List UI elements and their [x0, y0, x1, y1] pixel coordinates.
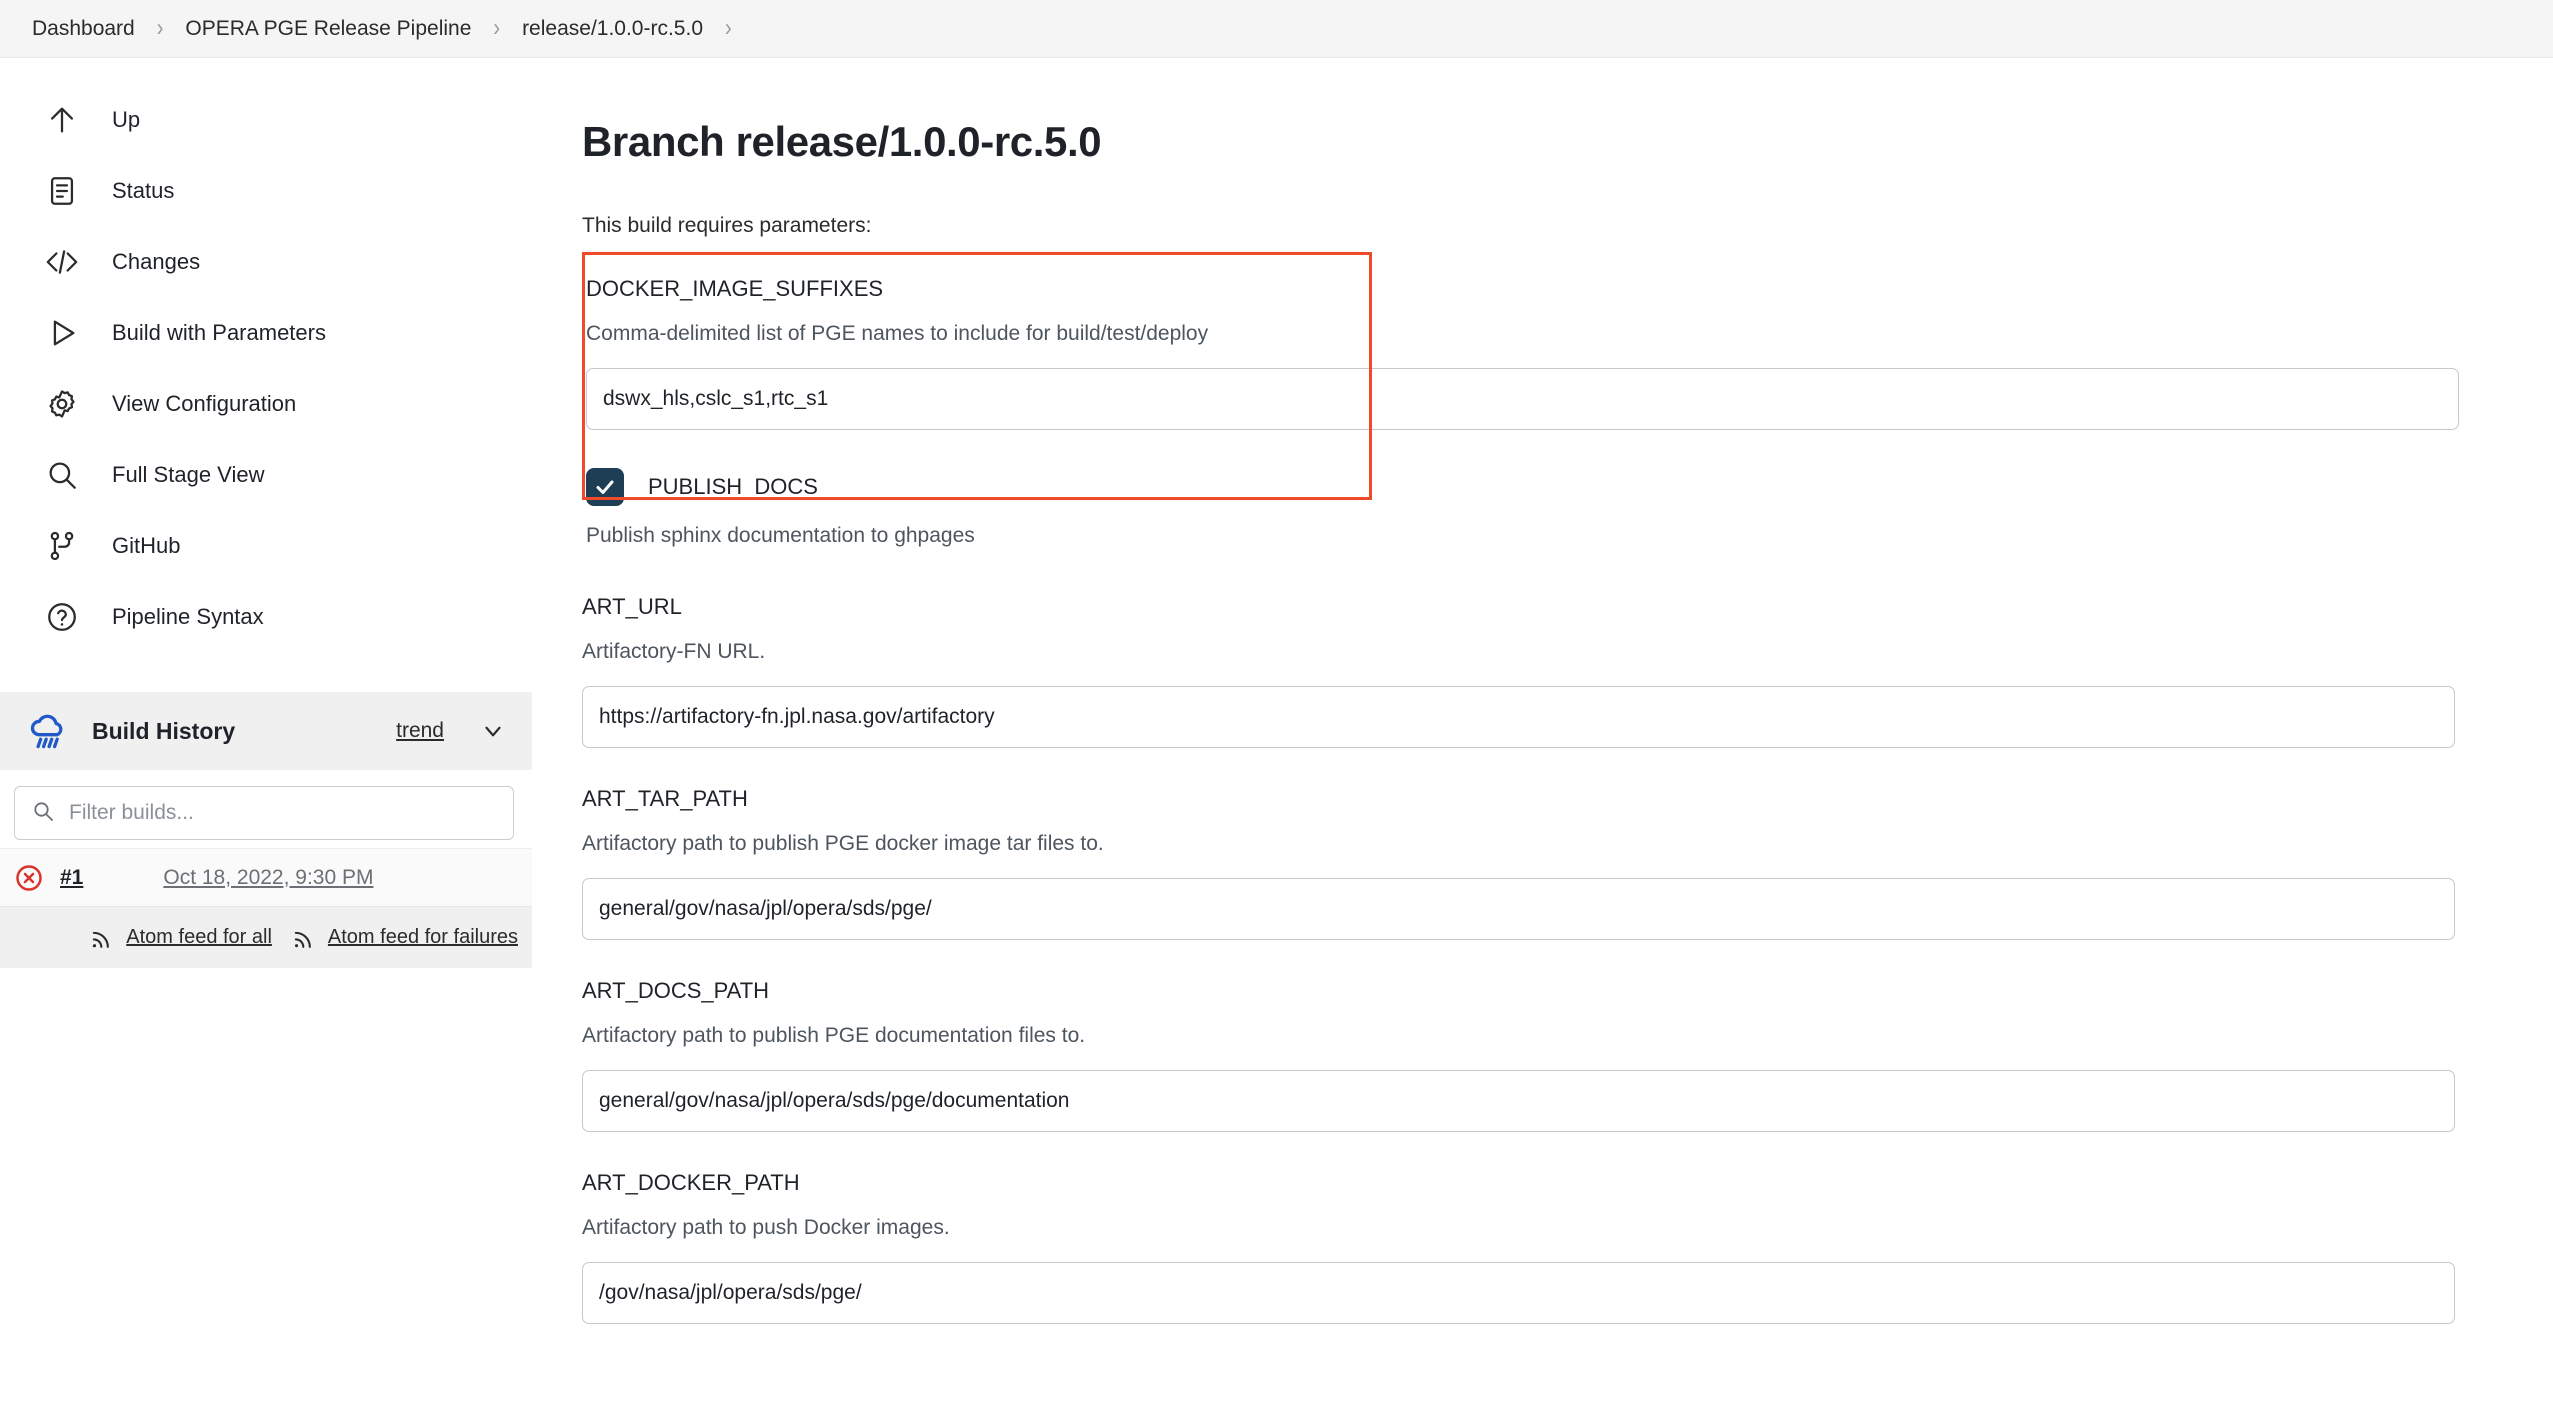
parameter-name: ART_DOCS_PATH — [582, 978, 770, 1003]
document-icon — [44, 173, 80, 209]
build-history-header: Build History trend — [0, 692, 532, 770]
magnifier-icon — [44, 457, 80, 493]
sidebar-item-label: Status — [112, 177, 175, 203]
question-circle-icon — [44, 599, 80, 635]
parameter-description: Artifactory path to push Docker images. — [582, 1216, 950, 1239]
sidebar-item-github[interactable]: GitHub — [0, 510, 532, 581]
parameter-art-docker-path: ART_DOCKER_PATH Artifactory path to push… — [582, 1170, 2473, 1324]
atom-feed-all-label: Atom feed for all — [126, 926, 272, 948]
atom-feed-failures-link[interactable]: Atom feed for failures — [290, 924, 518, 952]
sidebar-nav: Up Status Changes Build with Parameters … — [0, 84, 532, 652]
sidebar-item-status[interactable]: Status — [0, 155, 532, 226]
parameter-description: Artifactory-FN URL. — [582, 640, 766, 663]
parameter-art-docs-path: ART_DOCS_PATH Artifactory path to publis… — [582, 978, 2473, 1132]
docker-image-suffixes-input[interactable]: dswx_hls,cslc_s1,rtc_s1 — [586, 368, 2459, 430]
art-url-input[interactable]: https://artifactory-fn.jpl.nasa.gov/arti… — [582, 686, 2455, 748]
search-icon — [31, 799, 55, 828]
parameter-docker-image-suffixes: DOCKER_IMAGE_SUFFIXES Comma-delimited li… — [586, 276, 2473, 430]
publish-docs-checkbox-row: PUBLISH_DOCS — [586, 468, 2473, 506]
art-tar-path-input[interactable]: general/gov/nasa/jpl/opera/sds/pge/ — [582, 878, 2455, 940]
build-history-title: Build History — [92, 717, 236, 744]
page-layout: Up Status Changes Build with Parameters … — [0, 58, 2553, 1427]
parameter-description: Artifactory path to publish PGE docker i… — [582, 832, 1104, 855]
sidebar-item-label: Up — [112, 106, 141, 132]
art-docs-path-input[interactable]: general/gov/nasa/jpl/opera/sds/pge/docum… — [582, 1070, 2455, 1132]
parameter-art-tar-path: ART_TAR_PATH Artifactory path to publish… — [582, 786, 2473, 940]
parameter-name: PUBLISH_DOCS — [648, 474, 818, 499]
play-triangle-icon — [44, 315, 80, 351]
rss-icon — [88, 924, 116, 952]
atom-feeds: Atom feed for all Atom feed for failures — [0, 906, 532, 968]
parameter-name: ART_TAR_PATH — [582, 786, 748, 811]
error-circle-icon — [14, 863, 44, 893]
search-input[interactable]: Filter builds... — [14, 786, 514, 840]
parameter-description: Artifactory path to publish PGE document… — [582, 1024, 1086, 1047]
rain-cloud-icon — [26, 709, 70, 753]
breadcrumb: Dashboard › OPERA PGE Release Pipeline ›… — [0, 0, 2553, 58]
search-placeholder: Filter builds... — [69, 801, 194, 824]
sidebar-item-label: GitHub — [112, 532, 181, 558]
parameter-name: ART_URL — [582, 594, 682, 619]
art-docker-path-input[interactable]: /gov/nasa/jpl/opera/sds/pge/ — [582, 1262, 2455, 1324]
trend-link[interactable]: trend — [396, 719, 444, 743]
parameter-name: ART_DOCKER_PATH — [582, 1170, 800, 1195]
parameter-name: DOCKER_IMAGE_SUFFIXES — [586, 276, 884, 301]
sidebar-item-up[interactable]: Up — [0, 84, 532, 155]
highlighted-parameter-group: DOCKER_IMAGE_SUFFIXES Comma-delimited li… — [582, 252, 2473, 548]
sidebar-item-view-configuration[interactable]: View Configuration — [0, 368, 532, 439]
page-title: Branch release/1.0.0-rc.5.0 — [582, 118, 1102, 165]
sidebar-item-label: Full Stage View — [112, 461, 265, 487]
sidebar-item-label: Pipeline Syntax — [112, 603, 264, 629]
parameter-art-url: ART_URL Artifactory-FN URL. https://arti… — [582, 594, 2473, 748]
build-date-link[interactable]: Oct 18, 2022, 9:30 PM — [163, 866, 373, 890]
build-history-row[interactable]: #1 Oct 18, 2022, 9:30 PM — [0, 848, 532, 906]
breadcrumb-separator: › — [493, 14, 501, 42]
build-filter-wrapper: Filter builds... — [0, 770, 532, 848]
breadcrumb-item-pipeline[interactable]: OPERA PGE Release Pipeline — [175, 17, 481, 41]
sidebar-item-full-stage-view[interactable]: Full Stage View — [0, 439, 532, 510]
breadcrumb-item-branch[interactable]: release/1.0.0-rc.5.0 — [512, 17, 713, 41]
sidebar-item-build-with-parameters[interactable]: Build with Parameters — [0, 297, 532, 368]
gear-icon — [44, 386, 80, 422]
parameter-description: Publish sphinx documentation to ghpages — [586, 524, 975, 547]
sidebar-item-label: Build with Parameters — [112, 319, 326, 345]
requires-parameters-text: This build requires parameters: — [582, 214, 872, 237]
breadcrumb-separator: › — [156, 14, 164, 42]
atom-feed-failures-label: Atom feed for failures — [327, 926, 518, 948]
main-content: Branch release/1.0.0-rc.5.0 This build r… — [532, 58, 2553, 1427]
chevron-down-icon[interactable] — [480, 718, 506, 744]
rss-icon — [290, 924, 318, 952]
breadcrumb-item-dashboard[interactable]: Dashboard — [22, 17, 145, 41]
atom-feed-all-link[interactable]: Atom feed for all — [88, 924, 272, 952]
sidebar-item-pipeline-syntax[interactable]: Pipeline Syntax — [0, 581, 532, 652]
git-branch-icon — [44, 528, 80, 564]
sidebar-item-label: View Configuration — [112, 390, 297, 416]
sidebar-item-label: Changes — [112, 248, 201, 274]
parameter-description: Comma-delimited list of PGE names to inc… — [586, 322, 1209, 345]
breadcrumb-separator[interactable]: › — [713, 14, 744, 43]
build-number-link[interactable]: #1 — [60, 866, 83, 890]
sidebar-item-changes[interactable]: Changes — [0, 226, 532, 297]
sidebar: Up Status Changes Build with Parameters … — [0, 58, 532, 1427]
publish-docs-checkbox[interactable] — [586, 468, 624, 506]
parameter-publish-docs: PUBLISH_DOCS Publish sphinx documentatio… — [586, 468, 2473, 548]
arrow-up-icon — [44, 102, 80, 138]
code-brackets-icon — [44, 244, 80, 280]
